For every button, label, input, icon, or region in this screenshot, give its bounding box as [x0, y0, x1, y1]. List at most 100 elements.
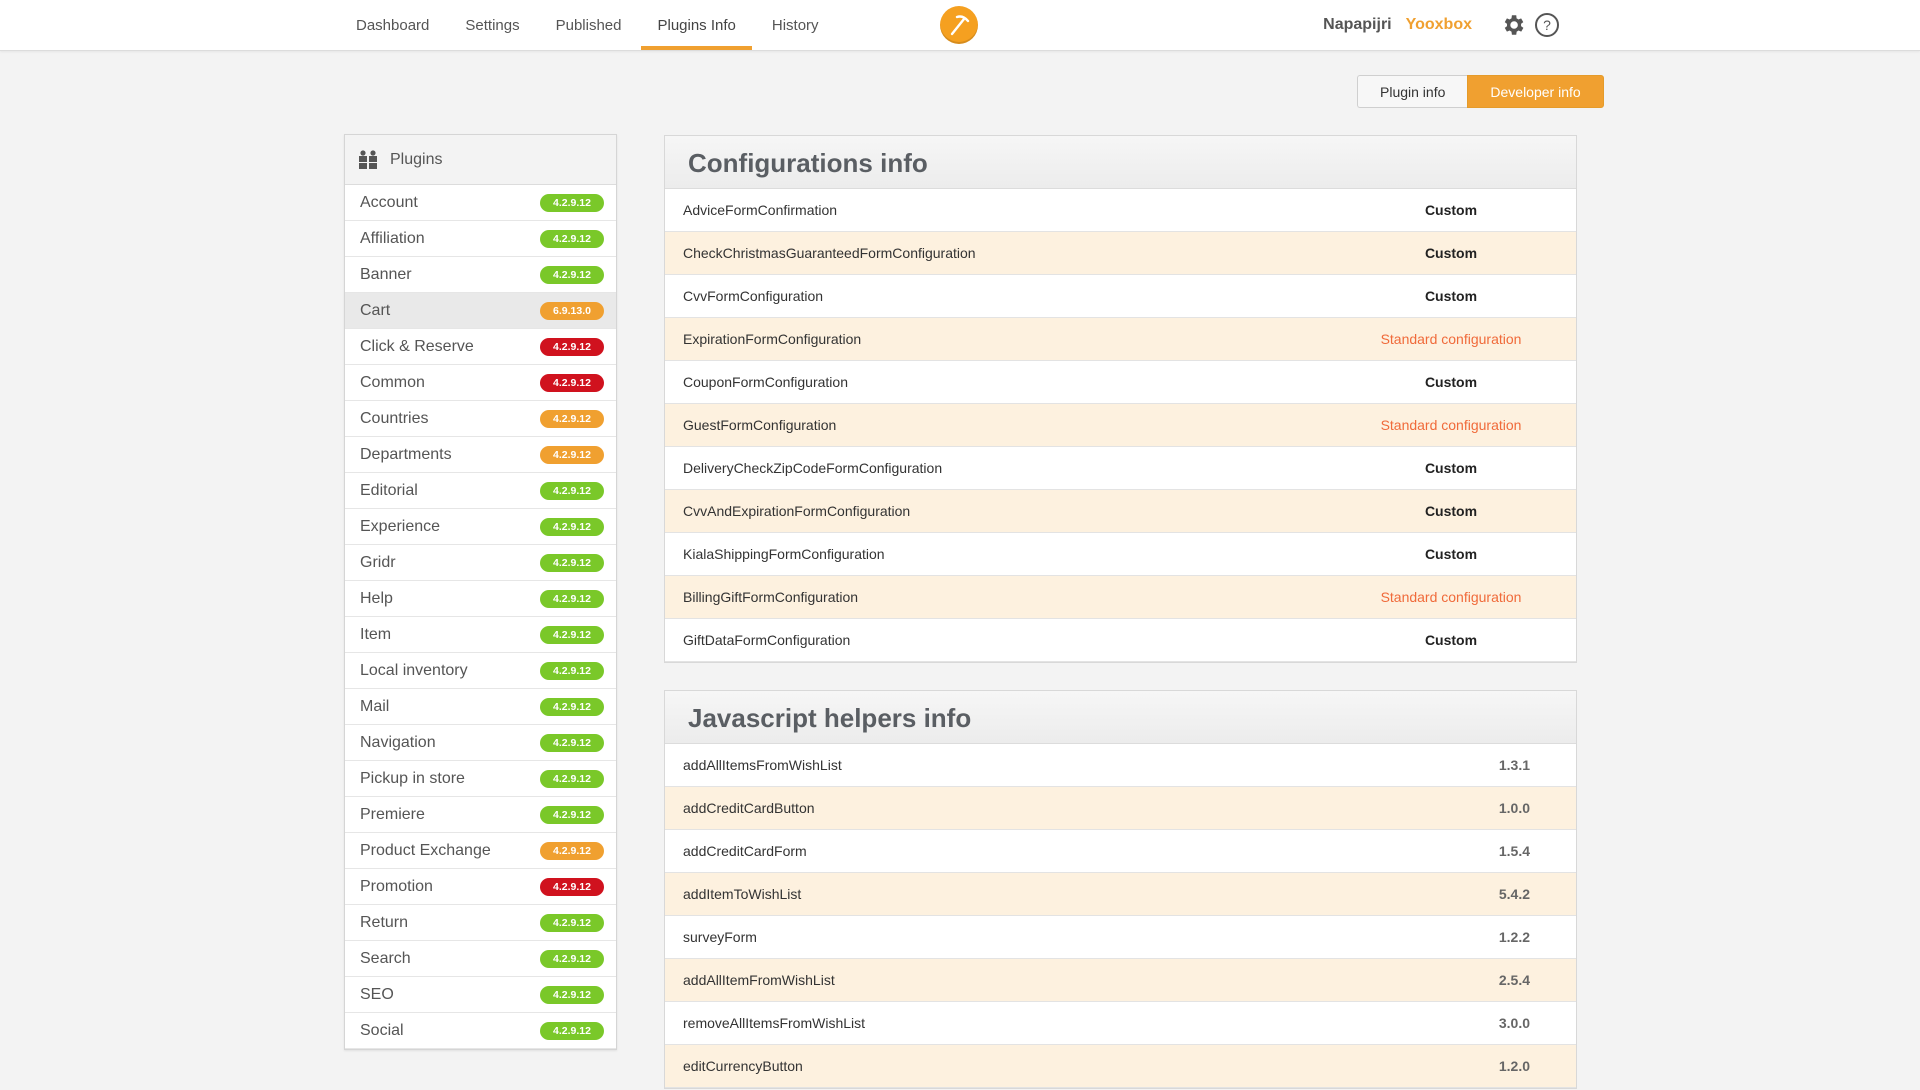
- nav-tab-published[interactable]: Published: [540, 0, 638, 50]
- plugin-name: Account: [360, 194, 418, 211]
- helper-version: 2.5.4: [1498, 972, 1530, 988]
- plugin-name: Pickup in store: [360, 770, 465, 787]
- plugin-item[interactable]: Premiere 4.2.9.12: [345, 797, 616, 833]
- help-icon[interactable]: ?: [1534, 12, 1560, 38]
- configuration-value: Custom: [1424, 546, 1478, 562]
- helper-name: addAllItemsFromWishList: [683, 757, 842, 773]
- plugin-item[interactable]: Pickup in store 4.2.9.12: [345, 761, 616, 797]
- plugin-item[interactable]: Navigation 4.2.9.12: [345, 725, 616, 761]
- plugins-sidebar: Plugins Account 4.2.9.12 Affiliation 4.2.9.…: [344, 134, 617, 1050]
- plugin-item[interactable]: Promotion 4.2.9.12: [345, 869, 616, 905]
- plugin-name: Search: [360, 950, 411, 967]
- nav-tab-dashboard[interactable]: Dashboard: [340, 0, 445, 50]
- user-name[interactable]: Napapijri: [1323, 16, 1391, 34]
- table-row: GiftDataFormConfiguration Custom: [665, 619, 1576, 662]
- info-mode-toggle: Plugin info Developer info: [1357, 75, 1604, 108]
- developer-info-button[interactable]: Developer info: [1467, 75, 1604, 108]
- version-badge: 4.2.9.12: [540, 878, 604, 896]
- plugin-item[interactable]: SEO 4.2.9.12: [345, 977, 616, 1013]
- nav-tab-plugins-info[interactable]: Plugins Info: [641, 0, 753, 50]
- configuration-name: BillingGiftFormConfiguration: [683, 589, 859, 605]
- plugin-item[interactable]: Mail 4.2.9.12: [345, 689, 616, 725]
- plugin-item[interactable]: Click & Reserve 4.2.9.12: [345, 329, 616, 365]
- plugin-name: Affiliation: [360, 230, 425, 247]
- helper-name: addAllItemFromWishList: [683, 972, 835, 988]
- helper-version: 1.3.1: [1498, 757, 1530, 773]
- plugin-name: Product Exchange: [360, 842, 491, 859]
- table-row: addCreditCardForm 1.5.4: [665, 830, 1576, 873]
- puzzle-icon: [359, 150, 377, 169]
- table-row: BillingGiftFormConfiguration Standard con…: [665, 576, 1576, 619]
- nav-tab-settings[interactable]: Settings: [449, 0, 535, 50]
- plugin-item[interactable]: Experience 4.2.9.12: [345, 509, 616, 545]
- helpers-title: Javascript helpers info: [665, 691, 1576, 744]
- version-badge: 4.2.9.12: [540, 950, 604, 968]
- version-badge: 4.2.9.12: [540, 662, 604, 680]
- version-badge: 4.2.9.12: [540, 590, 604, 608]
- helpers-panel: Javascript helpers info addAllItemsFromW…: [664, 690, 1577, 1089]
- version-badge: 4.2.9.12: [540, 986, 604, 1004]
- plugin-name: Navigation: [360, 734, 436, 751]
- table-row: addCreditCardButton 1.0.0: [665, 787, 1576, 830]
- plugin-item[interactable]: Countries 4.2.9.12: [345, 401, 616, 437]
- plugin-name: Local inventory: [360, 662, 468, 679]
- helper-name: editCurrencyButton: [683, 1058, 803, 1074]
- table-row: surveyForm 1.2.2: [665, 916, 1576, 959]
- helpers-table: addAllItemsFromWishList 1.3.1 addCreditCar…: [665, 744, 1576, 1088]
- plugin-item[interactable]: Banner 4.2.9.12: [345, 257, 616, 293]
- table-row: CvvAndExpirationFormConfiguration Custom: [665, 490, 1576, 533]
- plugin-item[interactable]: Affiliation 4.2.9.12: [345, 221, 616, 257]
- plugin-name: Gridr: [360, 554, 396, 571]
- configuration-name: ExpirationFormConfiguration: [683, 331, 862, 347]
- plugin-name: Return: [360, 914, 409, 931]
- table-row: addAllItemsFromWishList 1.3.1: [665, 744, 1576, 787]
- plugin-item[interactable]: Local inventory 4.2.9.12: [345, 653, 616, 689]
- plugin-item[interactable]: Account 4.2.9.12: [345, 185, 616, 221]
- app-logo[interactable]: [940, 6, 978, 44]
- org-name[interactable]: Yooxbox: [1406, 16, 1472, 34]
- plugin-item[interactable]: Editorial 4.2.9.12: [345, 473, 616, 509]
- helper-name: removeAllItemsFromWishList: [683, 1015, 866, 1031]
- configurations-table: AdviceFormConfirmation Custom CheckChristm…: [665, 189, 1576, 662]
- version-badge: 4.2.9.12: [540, 338, 604, 356]
- plugin-name: Item: [360, 626, 392, 643]
- plugin-name: Promotion: [360, 878, 433, 895]
- plugin-info-button[interactable]: Plugin info: [1357, 75, 1468, 108]
- plugin-name: SEO: [360, 986, 394, 1003]
- plugin-item[interactable]: Cart 6.9.13.0: [345, 293, 616, 329]
- sidebar-title: Plugins: [390, 151, 443, 168]
- pickaxe-icon: [950, 15, 970, 36]
- gear-icon[interactable]: [1500, 12, 1526, 38]
- plugin-name: Countries: [360, 410, 429, 427]
- top-navigation-bar: Dashboard Settings Published Plugins Info Hi…: [0, 0, 1920, 51]
- plugin-name: Experience: [360, 518, 441, 535]
- version-badge: 4.2.9.12: [540, 770, 604, 788]
- version-badge: 4.2.9.12: [540, 806, 604, 824]
- configuration-name: GiftDataFormConfiguration: [683, 632, 851, 648]
- plugin-item[interactable]: Return 4.2.9.12: [345, 905, 616, 941]
- plugin-item[interactable]: Departments 4.2.9.12: [345, 437, 616, 473]
- configuration-name: AdviceFormConfirmation: [683, 202, 838, 218]
- version-badge: 4.2.9.12: [540, 554, 604, 572]
- configuration-value: Custom: [1424, 202, 1478, 218]
- plugin-name: Cart: [360, 302, 391, 319]
- plugin-item[interactable]: Help 4.2.9.12: [345, 581, 616, 617]
- plugin-item[interactable]: Item 4.2.9.12: [345, 617, 616, 653]
- table-row: addAllItemFromWishList 2.5.4: [665, 959, 1576, 1002]
- helper-name: surveyForm: [683, 929, 757, 945]
- table-row: ExpirationFormConfiguration Standard conf…: [665, 318, 1576, 361]
- plugin-item[interactable]: Gridr 4.2.9.12: [345, 545, 616, 581]
- plugin-item[interactable]: Search 4.2.9.12: [345, 941, 616, 977]
- configuration-value: Custom: [1424, 374, 1478, 390]
- plugin-item[interactable]: Common 4.2.9.12: [345, 365, 616, 401]
- helper-version: 1.2.0: [1498, 1058, 1530, 1074]
- user-area: Napapijri Yooxbox ?: [1323, 0, 1560, 50]
- configuration-value: Standard configuration: [1380, 589, 1522, 605]
- version-badge: 4.2.9.12: [540, 626, 604, 644]
- configuration-value: Custom: [1424, 245, 1478, 261]
- plugin-item[interactable]: Product Exchange 4.2.9.12: [345, 833, 616, 869]
- plugin-name: Premiere: [360, 806, 425, 823]
- plugin-item[interactable]: Social 4.2.9.12: [345, 1013, 616, 1049]
- plugin-name: Mail: [360, 698, 390, 715]
- nav-tab-history[interactable]: History: [756, 0, 835, 50]
